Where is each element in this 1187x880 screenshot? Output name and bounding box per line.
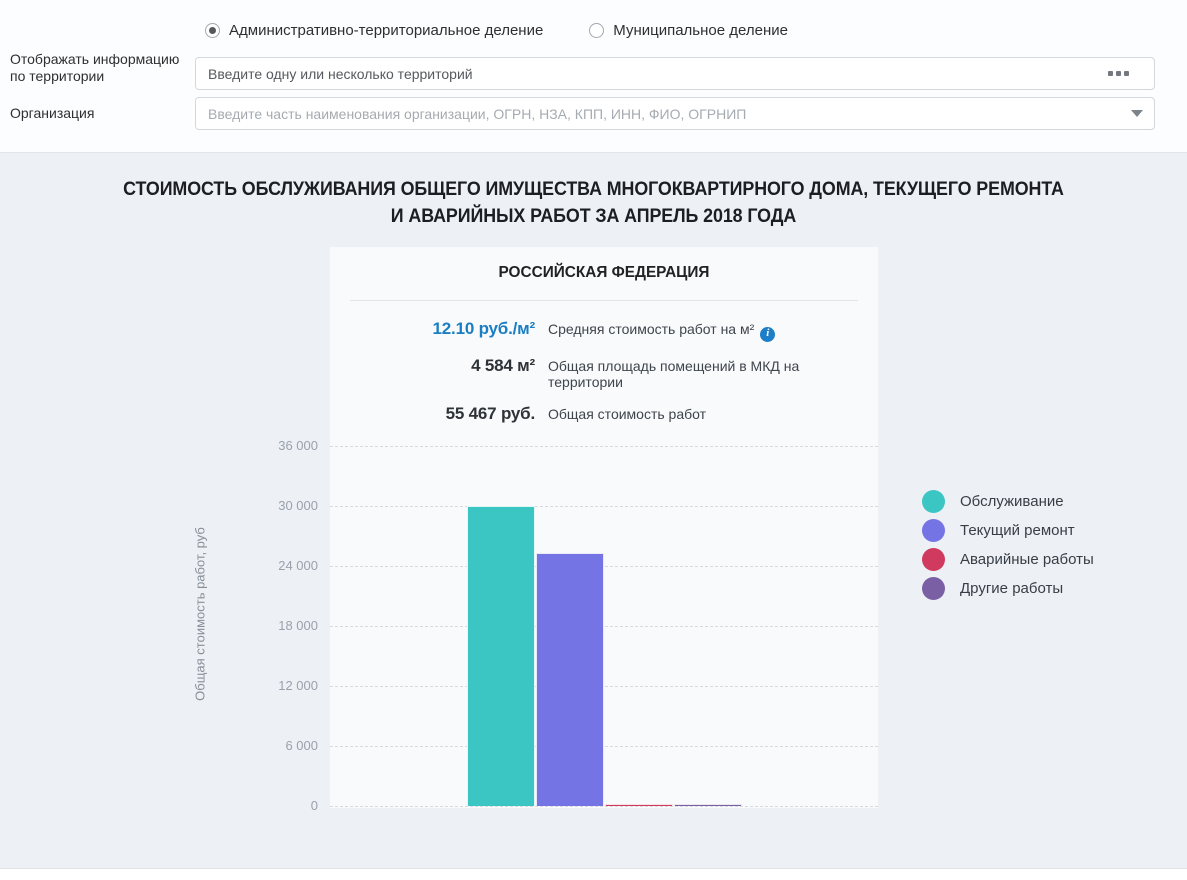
radio-selected-icon[interactable] — [205, 23, 220, 38]
territory-field-label: Отображать информацию по территории — [10, 51, 194, 85]
legend-item[interactable]: Аварийные работы — [922, 548, 1094, 571]
legend-color-dot — [922, 548, 945, 571]
legend-item[interactable]: Обслуживание — [922, 490, 1094, 513]
stat-value: 12.10 руб./м² — [330, 319, 535, 339]
y-tick-label: 0 — [228, 798, 318, 813]
region-panel: РОССИЙСКАЯ ФЕДЕРАЦИЯ 12.10 руб./м² Средн… — [330, 247, 878, 808]
legend-color-dot — [922, 519, 945, 542]
stat-value: 4 584 м² — [330, 356, 535, 376]
gridline — [330, 506, 878, 507]
organization-input[interactable] — [195, 97, 1155, 130]
legend-item[interactable]: Текущий ремонт — [922, 519, 1094, 542]
stat-label: Общая площадь помещений в МКД на террито… — [548, 358, 878, 390]
gridline — [330, 566, 878, 567]
y-axis-ticks: 06 00012 00018 00024 00030 00036 000 — [228, 446, 318, 806]
y-tick-label: 30 000 — [228, 498, 318, 513]
stat-row-total-cost: 55 467 руб. Общая стоимость работ — [330, 404, 878, 424]
gridline — [330, 626, 878, 627]
gridline — [330, 746, 878, 747]
page-title-line2: И АВАРИЙНЫХ РАБОТ ЗА АПРЕЛЬ 2018 ГОДА — [36, 203, 1152, 230]
stats-block: 12.10 руб./м² Средняя стоимость работ на… — [330, 319, 878, 438]
stat-label-text: Средняя стоимость работ на м² — [548, 321, 754, 337]
page-title-line1: СТОИМОСТЬ ОБСЛУЖИВАНИЯ ОБЩЕГО ИМУЩЕСТВА … — [36, 176, 1152, 203]
legend-label: Текущий ремонт — [960, 522, 1075, 539]
organization-field-label: Организация — [10, 105, 194, 122]
stat-value: 55 467 руб. — [330, 404, 535, 424]
region-panel-title: РОССИЙСКАЯ ФЕДЕРАЦИЯ — [341, 264, 867, 282]
bar-series-2[interactable] — [605, 804, 673, 806]
legend-label: Обслуживание — [960, 493, 1064, 510]
y-tick-label: 12 000 — [228, 678, 318, 693]
plot-area — [330, 446, 878, 806]
stat-label: Средняя стоимость работ на м² i — [548, 321, 775, 342]
legend-label: Другие работы — [960, 580, 1063, 597]
stat-label: Общая стоимость работ — [548, 406, 706, 422]
info-icon[interactable]: i — [760, 327, 775, 342]
radio-label[interactable]: Административно-территориальное деление — [229, 22, 543, 39]
stat-row-total-area: 4 584 м² Общая площадь помещений в МКД н… — [330, 356, 878, 390]
y-tick-label: 36 000 — [228, 438, 318, 453]
filter-bar: Административно-территориальное деление … — [0, 0, 1187, 153]
territory-input[interactable] — [195, 57, 1155, 90]
y-tick-label: 24 000 — [228, 558, 318, 573]
ellipsis-icon[interactable] — [1108, 71, 1129, 76]
gridline — [330, 686, 878, 687]
gridline — [330, 806, 878, 807]
bar-series-3[interactable] — [674, 804, 742, 806]
gridline — [330, 446, 878, 447]
radio-unselected-icon[interactable] — [589, 23, 604, 38]
bar-series-0[interactable] — [467, 506, 535, 806]
legend-label: Аварийные работы — [960, 551, 1094, 568]
page: Административно-территориальное деление … — [0, 0, 1187, 880]
chart-legend: Обслуживание Текущий ремонт Аварийные рабо… — [922, 490, 1094, 606]
chevron-down-icon[interactable] — [1131, 110, 1143, 117]
bar-series-1[interactable] — [536, 553, 604, 806]
radio-municipal-division[interactable]: Муниципальное деление — [589, 22, 788, 39]
radio-label[interactable]: Муниципальное деление — [613, 22, 788, 39]
stat-row-average-cost: 12.10 руб./м² Средняя стоимость работ на… — [330, 319, 878, 342]
y-tick-label: 6 000 — [228, 738, 318, 753]
division-radio-group: Административно-территориальное деление … — [205, 22, 788, 39]
panel-divider — [350, 300, 858, 301]
radio-administrative-division[interactable]: Административно-территориальное деление — [205, 22, 543, 39]
page-title: СТОИМОСТЬ ОБСЛУЖИВАНИЯ ОБЩЕГО ИМУЩЕСТВА … — [36, 176, 1152, 230]
legend-color-dot — [922, 490, 945, 513]
legend-color-dot — [922, 577, 945, 600]
legend-item[interactable]: Другие работы — [922, 577, 1094, 600]
y-axis-title: Общая стоимость работ, руб — [193, 527, 208, 701]
y-tick-label: 18 000 — [228, 618, 318, 633]
